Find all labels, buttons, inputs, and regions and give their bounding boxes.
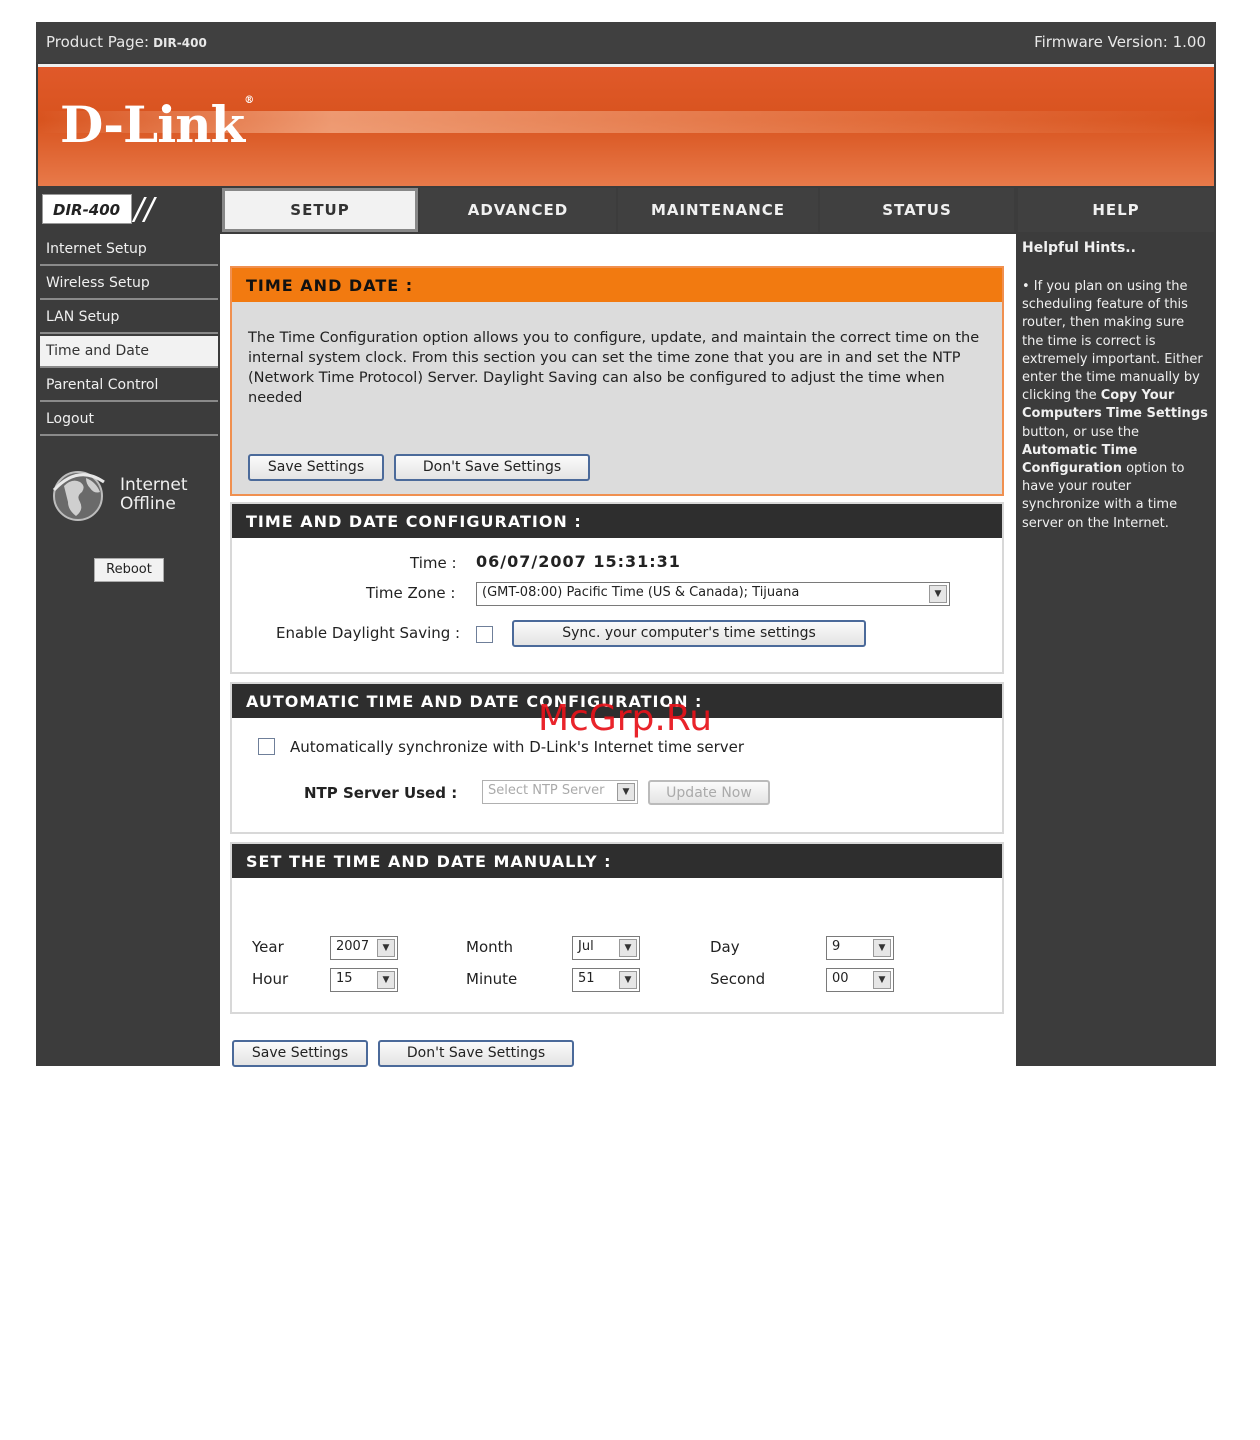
day-select[interactable]: 9 ▼	[826, 936, 894, 960]
month-label: Month	[466, 938, 514, 956]
tab-advanced[interactable]: ADVANCED	[420, 188, 616, 232]
help-text: • If you plan on using the scheduling fe…	[1022, 278, 1208, 533]
model-badge: DIR-400	[42, 194, 132, 224]
year-select[interactable]: 2007 ▼	[330, 936, 398, 960]
auto-sync-checkbox[interactable]	[258, 738, 275, 755]
second-select[interactable]: 00 ▼	[826, 968, 894, 992]
router-admin-frame: Product Page: DIR-400 Firmware Version: 1…	[36, 22, 1216, 1067]
second-value: 00	[832, 971, 849, 986]
sidebar-item-internet-setup[interactable]: Internet Setup	[40, 234, 218, 266]
auto-sync-label: Automatically synchronize with D-Link's …	[290, 738, 745, 756]
save-settings-button-bottom[interactable]: Save Settings	[232, 1040, 368, 1067]
time-and-date-description: The Time Configuration option allows you…	[248, 330, 980, 406]
ntp-server-label: NTP Server Used :	[304, 784, 458, 802]
minute-value: 51	[578, 971, 595, 986]
dlink-logo: D-Link®	[60, 95, 254, 154]
month-select[interactable]: Jul ▼	[572, 936, 640, 960]
logo-registered-mark: ®	[244, 95, 254, 106]
top-bar: Product Page: DIR-400 Firmware Version: 1…	[36, 22, 1216, 62]
main-content: TIME AND DATE : The Time Configuration o…	[220, 234, 1016, 1067]
watermark: McGrp.Ru	[538, 698, 713, 739]
help-text-2: button, or use the	[1022, 424, 1140, 440]
sync-computer-time-button[interactable]: Sync. your computer's time settings	[512, 620, 866, 647]
chevron-down-icon: ▼	[873, 971, 891, 989]
internet-status-text: Internet Offline	[120, 476, 188, 514]
manual-time-box: SET THE TIME AND DATE MANUALLY : Year 20…	[230, 842, 1004, 1014]
tab-status[interactable]: STATUS	[820, 188, 1014, 232]
model-slashes-icon: //	[134, 192, 155, 227]
tab-maintenance[interactable]: MAINTENANCE	[618, 188, 818, 232]
time-config-header: TIME AND DATE CONFIGURATION :	[232, 504, 1002, 538]
chevron-down-icon: ▼	[619, 939, 637, 957]
time-zone-label: Time Zone :	[366, 584, 456, 602]
status-line-1: Internet	[120, 475, 188, 495]
tab-help[interactable]: HELP	[1018, 188, 1214, 232]
chevron-down-icon: ▼	[929, 585, 947, 603]
sidebar-item-parental-control[interactable]: Parental Control	[40, 370, 218, 402]
sidebar: Internet Setup Wireless Setup LAN Setup …	[40, 234, 218, 438]
product-label: Product Page:	[46, 33, 150, 51]
product-page: Product Page: DIR-400	[46, 33, 207, 51]
daylight-saving-label: Enable Daylight Saving :	[276, 624, 461, 642]
dont-save-settings-button-top[interactable]: Don't Save Settings	[394, 454, 590, 481]
dont-save-settings-button-bottom[interactable]: Don't Save Settings	[378, 1040, 574, 1067]
ntp-server-select[interactable]: Select NTP Server ▼	[482, 780, 638, 804]
hour-select[interactable]: 15 ▼	[330, 968, 398, 992]
main-nav: DIR-400 // SETUP ADVANCED MAINTENANCE ST…	[36, 188, 1216, 234]
sidebar-item-logout[interactable]: Logout	[40, 404, 218, 436]
time-label: Time :	[410, 554, 457, 572]
chevron-down-icon: ▼	[617, 783, 635, 801]
logo-text: D-Link	[60, 95, 245, 154]
ntp-server-value: Select NTP Server	[488, 783, 605, 798]
status-line-2: Offline	[120, 494, 176, 514]
firmware-version: Firmware Version: 1.00	[1034, 33, 1206, 51]
manual-time-header: SET THE TIME AND DATE MANUALLY :	[232, 844, 1002, 878]
help-title: Helpful Hints..	[1022, 240, 1136, 256]
tab-setup[interactable]: SETUP	[222, 188, 418, 232]
sidebar-item-wireless-setup[interactable]: Wireless Setup	[40, 268, 218, 300]
hour-value: 15	[336, 971, 353, 986]
chevron-down-icon: ▼	[619, 971, 637, 989]
minute-select[interactable]: 51 ▼	[572, 968, 640, 992]
time-and-date-box: TIME AND DATE : The Time Configuration o…	[230, 266, 1004, 496]
time-and-date-header: TIME AND DATE :	[232, 268, 1002, 302]
product-model: DIR-400	[153, 36, 207, 50]
reboot-button[interactable]: Reboot	[94, 558, 164, 582]
time-zone-select[interactable]: (GMT-08:00) Pacific Time (US & Canada); …	[476, 582, 950, 606]
chevron-down-icon: ▼	[377, 939, 395, 957]
help-panel: Helpful Hints.. • If you plan on using t…	[1018, 234, 1214, 1066]
help-text-1: • If you plan on using the scheduling fe…	[1022, 279, 1203, 404]
help-bold-auto-time: Automatic Time Configuration	[1022, 442, 1138, 477]
second-label: Second	[710, 970, 766, 988]
internet-status: Internet Offline	[50, 466, 220, 526]
time-zone-value: (GMT-08:00) Pacific Time (US & Canada); …	[482, 585, 800, 600]
chevron-down-icon: ▼	[377, 971, 395, 989]
year-label: Year	[252, 938, 284, 956]
save-settings-button-top[interactable]: Save Settings	[248, 454, 384, 481]
globe-icon	[52, 471, 105, 521]
sidebar-item-lan-setup[interactable]: LAN Setup	[40, 302, 218, 334]
daylight-saving-checkbox[interactable]	[476, 626, 493, 643]
time-value: 06/07/2007 15:31:31	[476, 552, 681, 571]
chevron-down-icon: ▼	[873, 939, 891, 957]
brand-banner: D-Link®	[38, 64, 1214, 186]
day-label: Day	[710, 938, 740, 956]
month-value: Jul	[578, 939, 594, 954]
day-value: 9	[832, 939, 841, 954]
year-value: 2007	[336, 939, 370, 954]
sidebar-item-time-and-date[interactable]: Time and Date	[40, 336, 218, 368]
update-now-button[interactable]: Update Now	[648, 780, 770, 805]
minute-label: Minute	[466, 970, 518, 988]
time-config-box: TIME AND DATE CONFIGURATION : Time : 06/…	[230, 502, 1004, 674]
hour-label: Hour	[252, 970, 289, 988]
